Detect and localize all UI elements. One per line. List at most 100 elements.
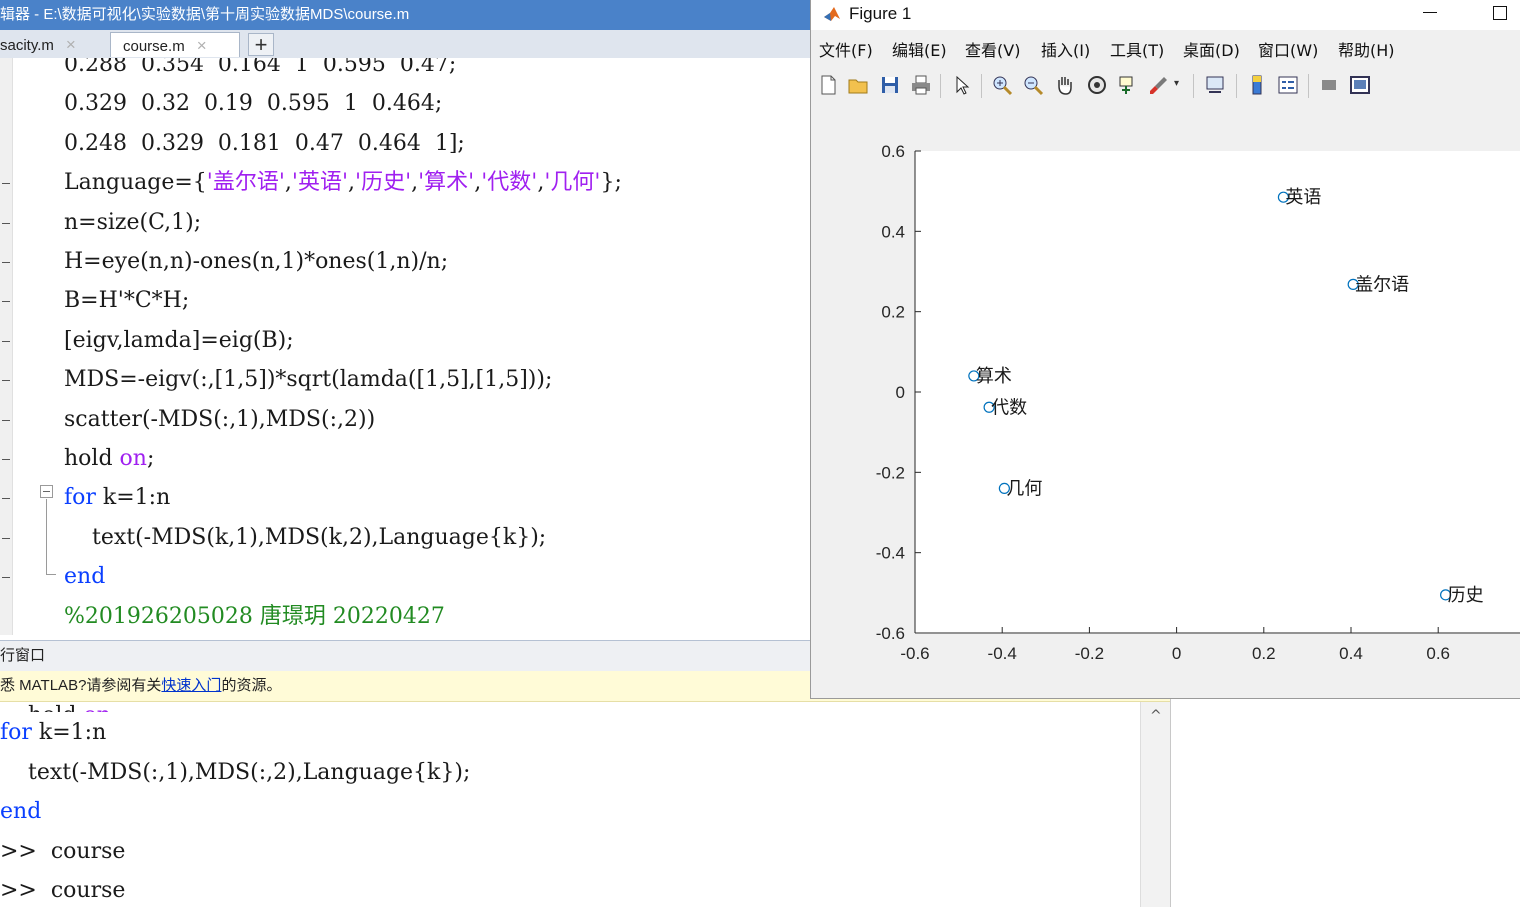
code-token: n=size(C,1); — [64, 209, 202, 235]
fold-toggle-icon[interactable] — [40, 485, 53, 498]
menu-help[interactable]: 帮助(H) — [1338, 38, 1395, 64]
code-token: end — [64, 564, 106, 590]
code-token: Language={ — [64, 170, 207, 196]
matlab-logo-icon — [824, 7, 840, 21]
data-cursor-icon[interactable] — [1117, 74, 1139, 96]
menu-view[interactable]: 查看(V) — [965, 38, 1020, 64]
cmd-token: text(-MDS(:,1),MDS(:,2),Language{k}); — [0, 759, 471, 785]
toolbar-separator — [1308, 74, 1309, 98]
code-gutter — [0, 58, 13, 635]
code-token: %201926205028 唐璟玥 20220427 — [64, 603, 445, 629]
add-tab-button[interactable]: + — [248, 33, 274, 56]
cmd-token: >> course — [0, 878, 126, 903]
hide-plot-tools-icon[interactable] — [1318, 74, 1340, 96]
cmd-line: >> course — [0, 839, 125, 864]
command-window-body[interactable]: hold on; for k=1:n text(-MDS(:,1),MDS(:,… — [0, 702, 1140, 907]
rotate-3d-icon[interactable] — [1086, 74, 1108, 96]
code-token: on — [119, 446, 147, 471]
pan-hand-icon[interactable] — [1054, 74, 1076, 96]
breakpoint-marker[interactable] — [2, 577, 10, 579]
toolbar-separator — [981, 74, 982, 98]
tab-sacity[interactable]: sacity.m × — [0, 32, 106, 57]
cmd-token: end — [0, 799, 42, 824]
editor-title: 辑器 - E:\数据可视化\实验数据\第十周实验数据MDS\course.m — [0, 6, 410, 23]
maximize-button[interactable] — [1493, 6, 1507, 20]
code-line: scatter(-MDS(:,1),MDS(:,2)) — [64, 404, 375, 436]
y-tick-label: -0.6 — [876, 624, 905, 643]
minimize-button[interactable] — [1423, 12, 1437, 13]
code-line: n=size(C,1); — [64, 207, 201, 239]
close-icon[interactable]: × — [197, 36, 207, 55]
code-line: 0.248 0.329 0.181 0.47 0.464 1]; — [64, 128, 465, 160]
brush-dropdown-icon[interactable]: ▾ — [1174, 78, 1179, 89]
code-token: 0.329 0.32 0.19 0.595 1 0.464; — [64, 91, 443, 117]
cmd-partial-line: hold on; — [0, 702, 118, 712]
point-label: 算术 — [976, 366, 1012, 387]
code-token: '几何' — [544, 170, 601, 196]
code-token: k=1:n — [95, 485, 171, 511]
scroll-up-icon[interactable]: ^ — [1150, 708, 1162, 724]
save-icon[interactable] — [879, 74, 901, 96]
cmd-token: k=1:n — [31, 720, 107, 745]
code-token: '历史' — [355, 170, 412, 196]
close-icon[interactable]: × — [66, 35, 76, 54]
breakpoint-marker[interactable] — [2, 301, 10, 303]
code-token: text(-MDS(k,1),MDS(k,2),Language{k}); — [64, 524, 547, 550]
menu-tools[interactable]: 工具(T) — [1110, 38, 1164, 64]
x-tick-label: 0.4 — [1339, 644, 1363, 663]
tip-text: 悉 MATLAB?请参阅有关 — [0, 677, 162, 694]
menu-file[interactable]: 文件(F) — [819, 38, 873, 64]
print-icon[interactable] — [910, 74, 932, 96]
legend-icon[interactable] — [1277, 74, 1299, 96]
tab-course[interactable]: course.m × — [110, 32, 240, 57]
code-token: 0.288 0.354 0.164 1 0.595 0.47; — [64, 58, 457, 77]
breakpoint-marker[interactable] — [2, 262, 10, 263]
x-tick-label: 0.2 — [1252, 644, 1276, 663]
code-line: H=eye(n,n)-ones(n,1)*ones(1,n)/n; — [64, 246, 448, 278]
toolbar-separator — [1236, 74, 1237, 98]
menu-window[interactable]: 窗口(W) — [1258, 38, 1318, 64]
menu-insert[interactable]: 插入(I) — [1041, 38, 1090, 64]
code-token: 0.248 0.329 0.181 0.47 0.464 1]; — [64, 130, 465, 156]
breakpoint-marker[interactable] — [2, 459, 10, 460]
open-file-icon[interactable] — [847, 74, 869, 96]
command-scrollbar[interactable]: ^ — [1140, 702, 1171, 907]
point-label: 盖尔语 — [1355, 274, 1409, 295]
code-token: , — [284, 170, 292, 196]
breakpoint-marker[interactable] — [2, 498, 10, 500]
brush-icon[interactable] — [1148, 74, 1170, 96]
pointer-icon[interactable] — [951, 74, 973, 96]
menu-edit[interactable]: 编辑(E) — [892, 38, 947, 64]
quick-start-link[interactable]: 快速入门 — [161, 677, 221, 694]
show-plot-tools-icon[interactable] — [1349, 74, 1371, 96]
breakpoint-marker[interactable] — [2, 340, 10, 342]
new-figure-icon[interactable] — [817, 74, 839, 96]
menu-desktop[interactable]: 桌面(D) — [1183, 38, 1240, 64]
breakpoint-marker[interactable] — [2, 183, 10, 185]
code-token: scatter(-MDS(:,1),MDS(:,2)) — [64, 406, 376, 432]
code-line: Language={'盖尔语','英语','历史','算术','代数','几何'… — [64, 167, 622, 199]
code-line: B=H'*C*H; — [64, 285, 189, 317]
tip-text-suffix: 的资源。 — [221, 677, 282, 694]
zoom-out-icon[interactable] — [1022, 74, 1044, 96]
breakpoint-marker[interactable] — [2, 222, 10, 224]
link-plot-icon[interactable] — [1204, 74, 1226, 96]
zoom-in-icon[interactable] — [991, 74, 1013, 96]
figure-menu-bar: 文件(F) 编辑(E) 查看(V) 插入(I) 工具(T) 桌面(D) 窗口(W… — [811, 38, 1520, 64]
code-token: hold — [64, 446, 120, 471]
code-token: }; — [600, 170, 622, 196]
code-token: '代数' — [481, 170, 538, 196]
code-line: %201926205028 唐璟玥 20220427 — [64, 601, 445, 633]
y-tick-label: -0.4 — [876, 544, 905, 563]
code-token: B=H'*C*H; — [64, 288, 190, 314]
code-editor[interactable]: 0.288 0.354 0.164 1 0.595 0.47; 0.329 0.3… — [0, 58, 810, 635]
code-token: '盖尔语' — [206, 170, 285, 196]
breakpoint-marker[interactable] — [2, 537, 10, 539]
breakpoint-marker[interactable] — [2, 419, 10, 421]
code-token: '算术' — [418, 170, 475, 196]
cmd-token: >> course — [0, 838, 126, 864]
colorbar-icon[interactable] — [1246, 74, 1268, 96]
breakpoint-marker[interactable] — [2, 380, 10, 382]
command-window-title: 行窗口 — [0, 647, 46, 664]
code-token: ; — [146, 446, 155, 471]
